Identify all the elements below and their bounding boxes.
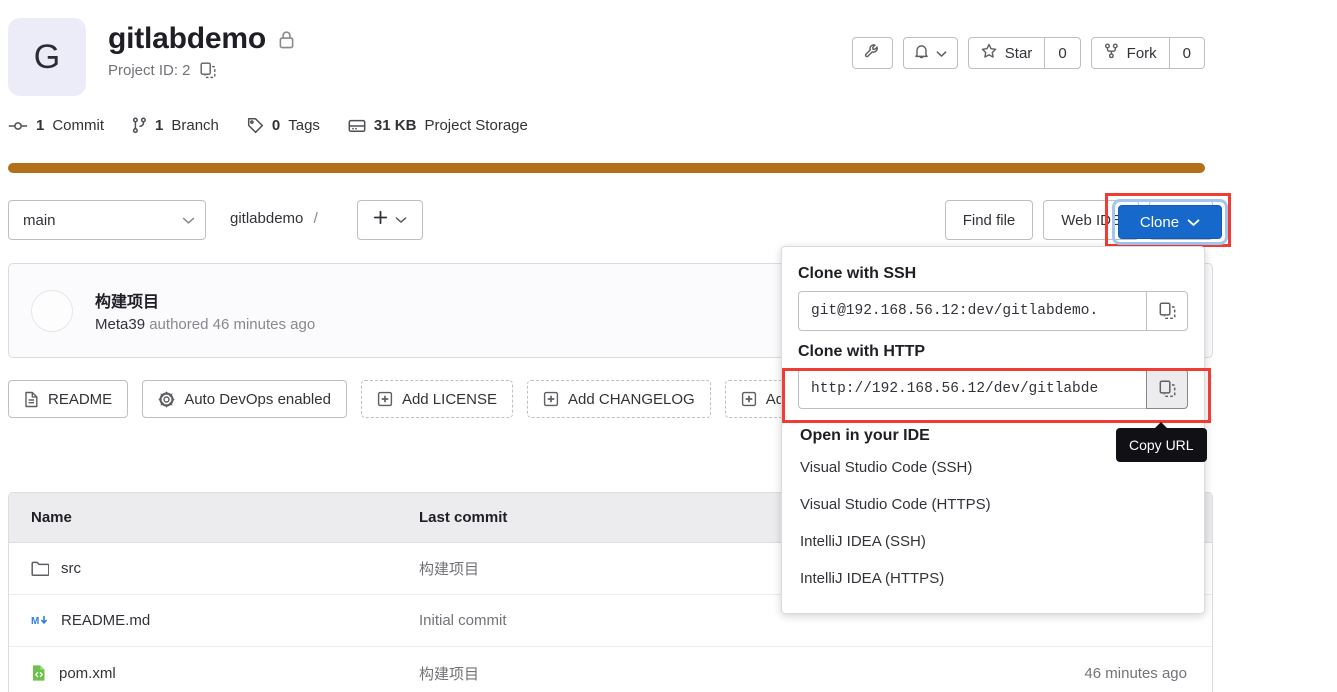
project-avatar-letter: G [33, 37, 61, 76]
chevron-down-icon [395, 211, 407, 229]
plus-icon [373, 210, 388, 230]
last-commit-time: authored 46 minutes ago [149, 316, 316, 333]
copy-url-tooltip: Copy URL [1116, 422, 1207, 462]
star-count[interactable]: 0 [1045, 37, 1081, 69]
avatar [31, 289, 73, 332]
wrench-icon [864, 43, 881, 64]
chevron-down-icon [1187, 214, 1200, 231]
quick-action-readme[interactable]: README [8, 380, 129, 418]
clone-ssh-url-input[interactable]: git@192.168.56.12:dev/gitlabdemo. [798, 291, 1146, 331]
ide-option-vscode-https[interactable]: Visual Studio Code (HTTPS) [798, 486, 1188, 523]
chevron-down-icon [182, 212, 195, 229]
fork-icon [1104, 43, 1119, 63]
stat-tags[interactable]: 0 Tags [247, 117, 320, 134]
stat-commits-label: Commit [52, 117, 105, 134]
plus-box-icon [543, 391, 559, 407]
star-button-group[interactable]: Star 0 [967, 37, 1081, 69]
breadcrumb-project[interactable]: gitlabdemo [230, 210, 303, 227]
find-file-button[interactable]: Find file [944, 200, 1034, 240]
quick-action-add-changelog[interactable]: Add CHANGELOG [527, 380, 711, 418]
stat-storage[interactable]: 31 KB Project Storage [348, 117, 528, 134]
project-stats: 1 Commit 1 Branch 0 Tags 31 KB Project S… [8, 117, 528, 134]
file-last-commit[interactable]: 构建项目 [419, 663, 962, 684]
clone-ssh-label: Clone with SSH [798, 265, 917, 282]
clone-http-highlight [782, 368, 1211, 423]
tag-icon [247, 117, 264, 134]
column-header-name: Name [31, 509, 72, 526]
markdown-icon: M [31, 614, 49, 627]
quick-action-label: Auto DevOps enabled [184, 390, 331, 408]
stat-branches[interactable]: 1 Branch [132, 117, 219, 134]
bell-icon [914, 43, 929, 64]
svg-text:M: M [31, 616, 39, 627]
language-bar [8, 163, 1205, 173]
clone-button-highlight: Clone [1105, 193, 1231, 247]
file-name[interactable]: README.md [61, 612, 150, 629]
branch-selector[interactable]: main [8, 200, 206, 240]
file-name[interactable]: src [61, 560, 81, 577]
clone-button[interactable]: Clone [1118, 205, 1222, 239]
copy-icon[interactable] [1146, 291, 1188, 331]
file-icon [24, 391, 39, 408]
gear-icon [158, 390, 175, 408]
last-commit-meta: Meta39 authored 46 minutes ago [95, 316, 315, 333]
quick-action-auto-devops[interactable]: Auto DevOps enabled [142, 380, 347, 418]
quick-action-label: README [48, 390, 113, 408]
copy-icon[interactable] [200, 62, 216, 79]
fork-count[interactable]: 0 [1169, 37, 1205, 69]
project-header: G gitlabdemo Project ID: 2 [8, 18, 295, 96]
plus-box-icon [377, 391, 393, 407]
project-id-label: Project ID: 2 [108, 62, 191, 79]
project-meta: gitlabdemo Project ID: 2 [108, 18, 295, 79]
fork-label: Fork [1126, 44, 1157, 62]
branch-icon [132, 117, 147, 134]
stat-commits-value: 1 [36, 117, 45, 134]
breadcrumb-separator: / [313, 210, 318, 227]
branch-selector-label: main [23, 211, 56, 229]
last-commit-title[interactable]: 构建项目 [95, 288, 315, 312]
star-button[interactable]: Star [967, 37, 1046, 69]
ide-option-intellij-ssh[interactable]: IntelliJ IDEA (SSH) [798, 523, 1188, 560]
xml-file-icon [31, 664, 47, 682]
project-avatar: G [8, 18, 86, 96]
file-last-update: 46 minutes ago [1084, 664, 1187, 682]
quick-action-label: Add CHANGELOG [568, 390, 695, 408]
notifications-button[interactable] [902, 37, 958, 69]
clone-button-label: Clone [1139, 213, 1180, 231]
page-title: gitlabdemo [108, 22, 267, 55]
clone-ssh-row: git@192.168.56.12:dev/gitlabdemo. [798, 291, 1188, 331]
fork-button[interactable]: Fork [1090, 37, 1170, 69]
table-row[interactable]: pom.xml 构建项目 46 minutes ago [9, 647, 1212, 692]
stat-storage-label: Project Storage [424, 117, 528, 134]
last-commit-author[interactable]: Meta39 [95, 316, 145, 333]
stat-branches-label: Branch [171, 117, 219, 134]
stat-tags-value: 0 [271, 117, 281, 134]
quick-action-label: Add LICENSE [401, 390, 497, 408]
stat-storage-value: 31 KB [373, 117, 417, 134]
stat-tags-label: Tags [288, 117, 320, 134]
stat-commits[interactable]: 1 Commit [8, 117, 104, 134]
breadcrumb[interactable]: gitlabdemo / [230, 210, 318, 227]
fork-button-group[interactable]: Fork 0 [1090, 37, 1205, 69]
add-to-repo-button[interactable] [357, 200, 423, 240]
plus-box-icon [741, 391, 757, 407]
quick-action-add-license[interactable]: Add LICENSE [360, 380, 513, 418]
stat-branches-value: 1 [155, 117, 164, 134]
ide-option-intellij-https[interactable]: IntelliJ IDEA (HTTPS) [798, 560, 1188, 597]
file-last-commit[interactable]: Initial commit [419, 612, 962, 629]
star-icon [981, 43, 997, 63]
lock-icon [278, 30, 295, 49]
folder-icon [31, 561, 49, 576]
chevron-down-icon [936, 45, 947, 62]
star-label: Star [1004, 44, 1033, 62]
commit-icon [8, 119, 28, 133]
header-actions: Star 0 Fork 0 [851, 37, 1205, 69]
storage-icon [348, 118, 366, 134]
clone-http-label: Clone with HTTP [798, 343, 926, 360]
file-name[interactable]: pom.xml [59, 665, 116, 682]
project-settings-button[interactable] [851, 37, 893, 69]
